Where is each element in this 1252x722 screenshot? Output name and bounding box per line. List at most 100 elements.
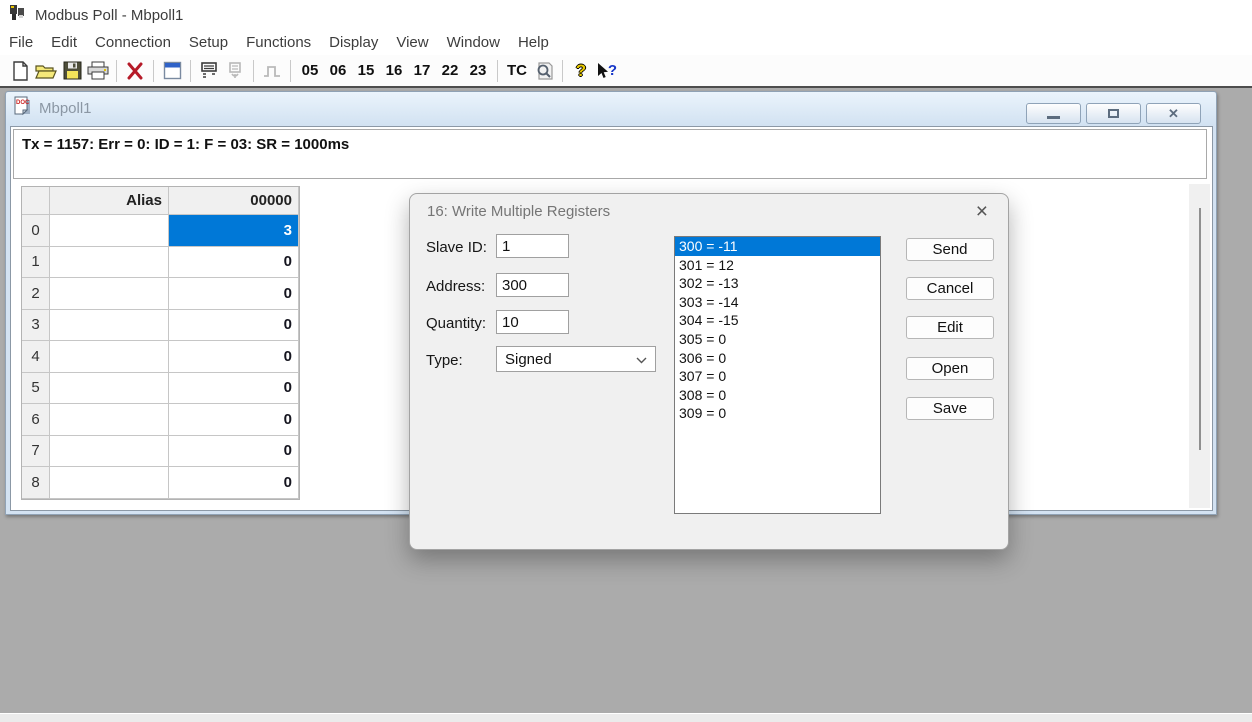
row-header[interactable]: 4 bbox=[22, 341, 50, 373]
list-item[interactable]: 300 = -11 bbox=[675, 237, 880, 256]
dialog-close-icon[interactable]: × bbox=[970, 198, 994, 226]
value-cell[interactable]: 0 bbox=[169, 373, 299, 405]
menu-bar: File Edit Connection Setup Functions Dis… bbox=[0, 30, 1252, 55]
alias-cell[interactable] bbox=[50, 247, 169, 279]
menu-functions[interactable]: Functions bbox=[237, 32, 320, 53]
list-item[interactable]: 306 = 0 bbox=[675, 349, 880, 368]
app-icon bbox=[8, 3, 27, 27]
menu-file[interactable]: File bbox=[0, 32, 42, 53]
address-label: Address: bbox=[426, 278, 485, 295]
vertical-scrollbar[interactable] bbox=[1189, 184, 1210, 508]
toolbar-separator bbox=[290, 60, 291, 82]
row-header[interactable]: 0 bbox=[22, 215, 50, 247]
alias-cell[interactable] bbox=[50, 310, 169, 342]
address-field[interactable] bbox=[496, 273, 569, 297]
alias-cell[interactable] bbox=[50, 215, 169, 247]
function-23-button[interactable]: 23 bbox=[464, 58, 492, 84]
maximize-button[interactable] bbox=[1086, 103, 1141, 124]
alias-cell[interactable] bbox=[50, 373, 169, 405]
row-header[interactable]: 3 bbox=[22, 310, 50, 342]
help-icon[interactable]: ? bbox=[568, 58, 594, 84]
function-06-button[interactable]: 06 bbox=[324, 58, 352, 84]
value-cell[interactable]: 0 bbox=[169, 341, 299, 373]
menu-display[interactable]: Display bbox=[320, 32, 387, 53]
alias-cell[interactable] bbox=[50, 278, 169, 310]
edit-button[interactable]: Edit bbox=[906, 316, 994, 339]
save-button[interactable]: Save bbox=[906, 397, 994, 420]
row-header[interactable]: 2 bbox=[22, 278, 50, 310]
value-cell[interactable]: 0 bbox=[169, 247, 299, 279]
value-cell[interactable]: 0 bbox=[169, 467, 299, 499]
function-05-button[interactable]: 05 bbox=[296, 58, 324, 84]
list-item[interactable]: 308 = 0 bbox=[675, 386, 880, 405]
row-header[interactable]: 5 bbox=[22, 373, 50, 405]
pulse-icon[interactable] bbox=[259, 58, 285, 84]
menu-setup[interactable]: Setup bbox=[180, 32, 237, 53]
quantity-field[interactable] bbox=[496, 310, 569, 334]
maximize-icon bbox=[1108, 109, 1119, 118]
scrollbar-thumb[interactable] bbox=[1199, 208, 1201, 450]
list-item[interactable]: 301 = 12 bbox=[675, 256, 880, 275]
row-header[interactable]: 7 bbox=[22, 436, 50, 468]
row-header[interactable]: 8 bbox=[22, 467, 50, 499]
menu-view[interactable]: View bbox=[387, 32, 437, 53]
alias-cell[interactable] bbox=[50, 341, 169, 373]
connect-icon[interactable] bbox=[196, 58, 222, 84]
open-file-icon[interactable] bbox=[33, 58, 59, 84]
toolbar-separator bbox=[153, 60, 154, 82]
function-16-button[interactable]: 16 bbox=[380, 58, 408, 84]
disconnect-icon[interactable] bbox=[222, 58, 248, 84]
table-row: 8 0 bbox=[22, 467, 299, 499]
alias-cell[interactable] bbox=[50, 436, 169, 468]
list-item[interactable]: 302 = -13 bbox=[675, 274, 880, 293]
list-item[interactable]: 305 = 0 bbox=[675, 330, 880, 349]
tc-button[interactable]: TC bbox=[503, 58, 531, 84]
toolbar-separator bbox=[497, 60, 498, 82]
context-help-icon[interactable]: ? bbox=[594, 58, 620, 84]
toolbar-separator bbox=[190, 60, 191, 82]
row-header[interactable]: 6 bbox=[22, 404, 50, 436]
display-setup-icon[interactable] bbox=[159, 58, 185, 84]
delete-icon[interactable] bbox=[122, 58, 148, 84]
value-cell[interactable]: 0 bbox=[169, 436, 299, 468]
child-window-title: Mbpoll1 bbox=[39, 100, 92, 117]
quantity-label: Quantity: bbox=[426, 315, 486, 332]
menu-help[interactable]: Help bbox=[509, 32, 558, 53]
menu-connection[interactable]: Connection bbox=[86, 32, 180, 53]
new-file-icon[interactable] bbox=[7, 58, 33, 84]
print-icon[interactable] bbox=[85, 58, 111, 84]
type-label: Type: bbox=[426, 352, 463, 369]
function-15-button[interactable]: 15 bbox=[352, 58, 380, 84]
table-row: 0 3 bbox=[22, 215, 299, 247]
value-cell[interactable]: 0 bbox=[169, 310, 299, 342]
cancel-button[interactable]: Cancel bbox=[906, 277, 994, 300]
value-cell[interactable]: 0 bbox=[169, 278, 299, 310]
function-17-button[interactable]: 17 bbox=[408, 58, 436, 84]
list-item[interactable]: 307 = 0 bbox=[675, 367, 880, 386]
close-button[interactable]: ✕ bbox=[1146, 103, 1201, 124]
minimize-button[interactable] bbox=[1026, 103, 1081, 124]
value-column-header[interactable]: 00000 bbox=[169, 187, 299, 215]
register-values-listbox[interactable]: 300 = -11301 = 12302 = -13303 = -14304 =… bbox=[674, 236, 881, 514]
row-header[interactable]: 1 bbox=[22, 247, 50, 279]
table-row: 3 0 bbox=[22, 310, 299, 342]
list-item[interactable]: 303 = -14 bbox=[675, 293, 880, 312]
alias-column-header[interactable]: Alias bbox=[50, 187, 169, 215]
alias-cell[interactable] bbox=[50, 404, 169, 436]
function-22-button[interactable]: 22 bbox=[436, 58, 464, 84]
toolbar-separator bbox=[253, 60, 254, 82]
alias-cell[interactable] bbox=[50, 467, 169, 499]
minimize-icon bbox=[1047, 116, 1060, 119]
type-dropdown[interactable]: Signed bbox=[496, 346, 656, 372]
send-button[interactable]: Send bbox=[906, 238, 994, 261]
open-button[interactable]: Open bbox=[906, 357, 994, 380]
list-item[interactable]: 304 = -15 bbox=[675, 311, 880, 330]
slave-id-field[interactable] bbox=[496, 234, 569, 258]
value-cell[interactable]: 0 bbox=[169, 404, 299, 436]
find-icon[interactable] bbox=[531, 58, 557, 84]
menu-edit[interactable]: Edit bbox=[42, 32, 86, 53]
list-item[interactable]: 309 = 0 bbox=[675, 404, 880, 423]
value-cell[interactable]: 3 bbox=[169, 215, 299, 247]
save-icon[interactable] bbox=[59, 58, 85, 84]
menu-window[interactable]: Window bbox=[438, 32, 509, 53]
